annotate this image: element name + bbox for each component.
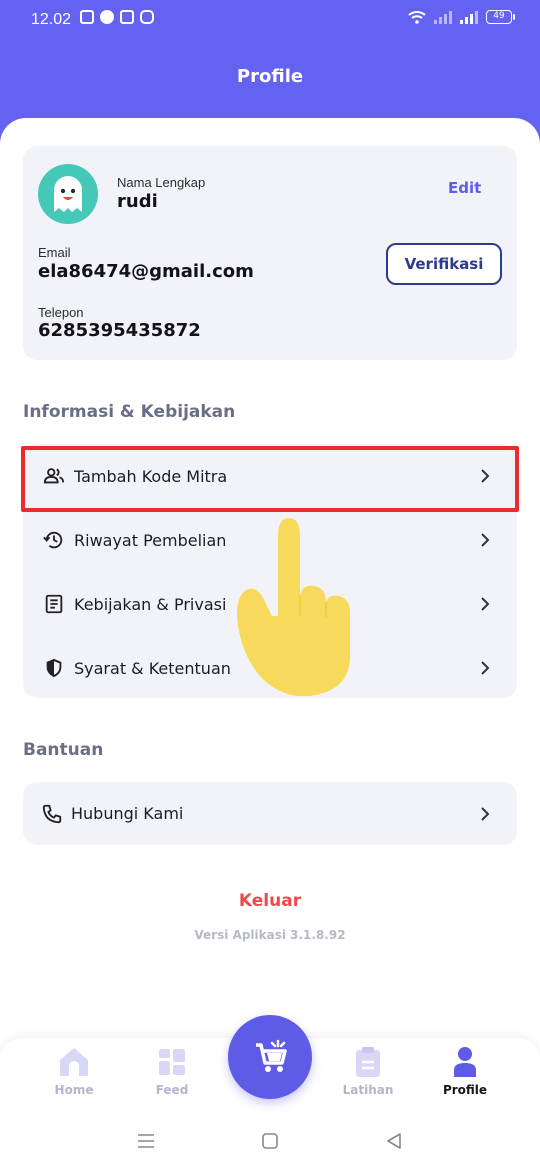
- wifi-icon: [408, 11, 426, 24]
- menu-item-privacy-policy[interactable]: Kebijakan & Privasi: [23, 572, 517, 636]
- clipboard-icon: [356, 1047, 380, 1077]
- nav-label: Latihan: [342, 1083, 394, 1097]
- chevron-right-icon: [481, 533, 490, 547]
- chevron-right-icon: [481, 806, 490, 821]
- section-title-info: Informasi & Kebijakan: [23, 402, 236, 422]
- phone-label: Telepon: [38, 305, 84, 320]
- document-icon: [45, 594, 63, 614]
- email-label: Email: [38, 245, 71, 260]
- signal-icon-2: [460, 10, 478, 24]
- email-value: ela86474@gmail.com: [38, 261, 254, 282]
- section-title-help: Bantuan: [23, 740, 104, 760]
- avatar: [38, 164, 98, 224]
- shield-icon: [46, 658, 62, 678]
- menu-item-add-partner-code[interactable]: Tambah Kode Mitra: [23, 444, 517, 508]
- people-icon: [43, 468, 65, 484]
- nav-label: Home: [54, 1083, 94, 1097]
- app-notification-icon: [80, 10, 94, 24]
- nav-label: Feed: [155, 1083, 189, 1097]
- nav-latihan[interactable]: Latihan: [323, 1046, 413, 1097]
- name-value: rudi: [117, 191, 158, 212]
- history-icon: [43, 531, 63, 549]
- menu-label: Hubungi Kami: [71, 804, 184, 823]
- menu-label: Tambah Kode Mitra: [74, 466, 228, 486]
- profile-card: Nama Lengkap rudi Edit Email ela86474@gm…: [23, 146, 517, 360]
- menu-label: Syarat & Ketentuan: [74, 658, 231, 678]
- phone-value: 6285395435872: [38, 320, 201, 341]
- menu-label: Kebijakan & Privasi: [74, 594, 227, 614]
- status-time: 12.02: [31, 11, 72, 28]
- instagram-icon: [140, 10, 154, 24]
- phone-icon: [42, 804, 62, 823]
- back-icon[interactable]: [385, 1132, 403, 1150]
- menu-item-contact-us[interactable]: Hubungi Kami: [23, 782, 517, 845]
- chevron-right-icon: [481, 469, 490, 483]
- logout-button[interactable]: Keluar: [0, 891, 540, 911]
- home-square-icon[interactable]: [261, 1132, 279, 1150]
- status-indicators: 49: [408, 10, 515, 24]
- signal-icon: [434, 10, 452, 24]
- cart-icon: [256, 1039, 287, 1072]
- cart-button[interactable]: [228, 1015, 312, 1099]
- nav-label: Profile: [442, 1083, 488, 1097]
- ghost-avatar-icon: [54, 176, 82, 212]
- chevron-right-icon: [481, 661, 490, 675]
- battery-icon: 49: [486, 10, 515, 24]
- app-version: Versi Aplikasi 3.1.8.92: [194, 928, 346, 942]
- home-icon: [60, 1048, 88, 1076]
- info-menu: Tambah Kode Mitra Riwayat Pembelian Kebi…: [23, 444, 517, 698]
- menu-item-terms[interactable]: Syarat & Ketentuan: [23, 636, 517, 700]
- person-icon: [454, 1047, 476, 1077]
- menu-label: Riwayat Pembelian: [74, 530, 227, 550]
- menu-item-purchase-history[interactable]: Riwayat Pembelian: [23, 508, 517, 572]
- edit-button[interactable]: Edit: [448, 179, 481, 197]
- grid-icon: [159, 1049, 185, 1075]
- nav-profile[interactable]: Profile: [420, 1046, 510, 1097]
- status-bar: 12.02 49: [0, 0, 540, 40]
- menu-icon[interactable]: [137, 1132, 155, 1150]
- app-notification-icon-2: [120, 10, 134, 24]
- nav-home[interactable]: Home: [29, 1046, 119, 1097]
- nav-feed[interactable]: Feed: [127, 1046, 217, 1097]
- notification-icons: [80, 10, 154, 24]
- verify-button[interactable]: Verifikasi: [386, 243, 502, 285]
- help-menu: Hubungi Kami: [23, 782, 517, 845]
- system-nav-bar: [0, 1120, 540, 1170]
- facebook-icon: [100, 10, 114, 24]
- chevron-right-icon: [481, 597, 490, 611]
- page-title: Profile: [236, 66, 304, 87]
- name-label: Nama Lengkap: [117, 175, 206, 190]
